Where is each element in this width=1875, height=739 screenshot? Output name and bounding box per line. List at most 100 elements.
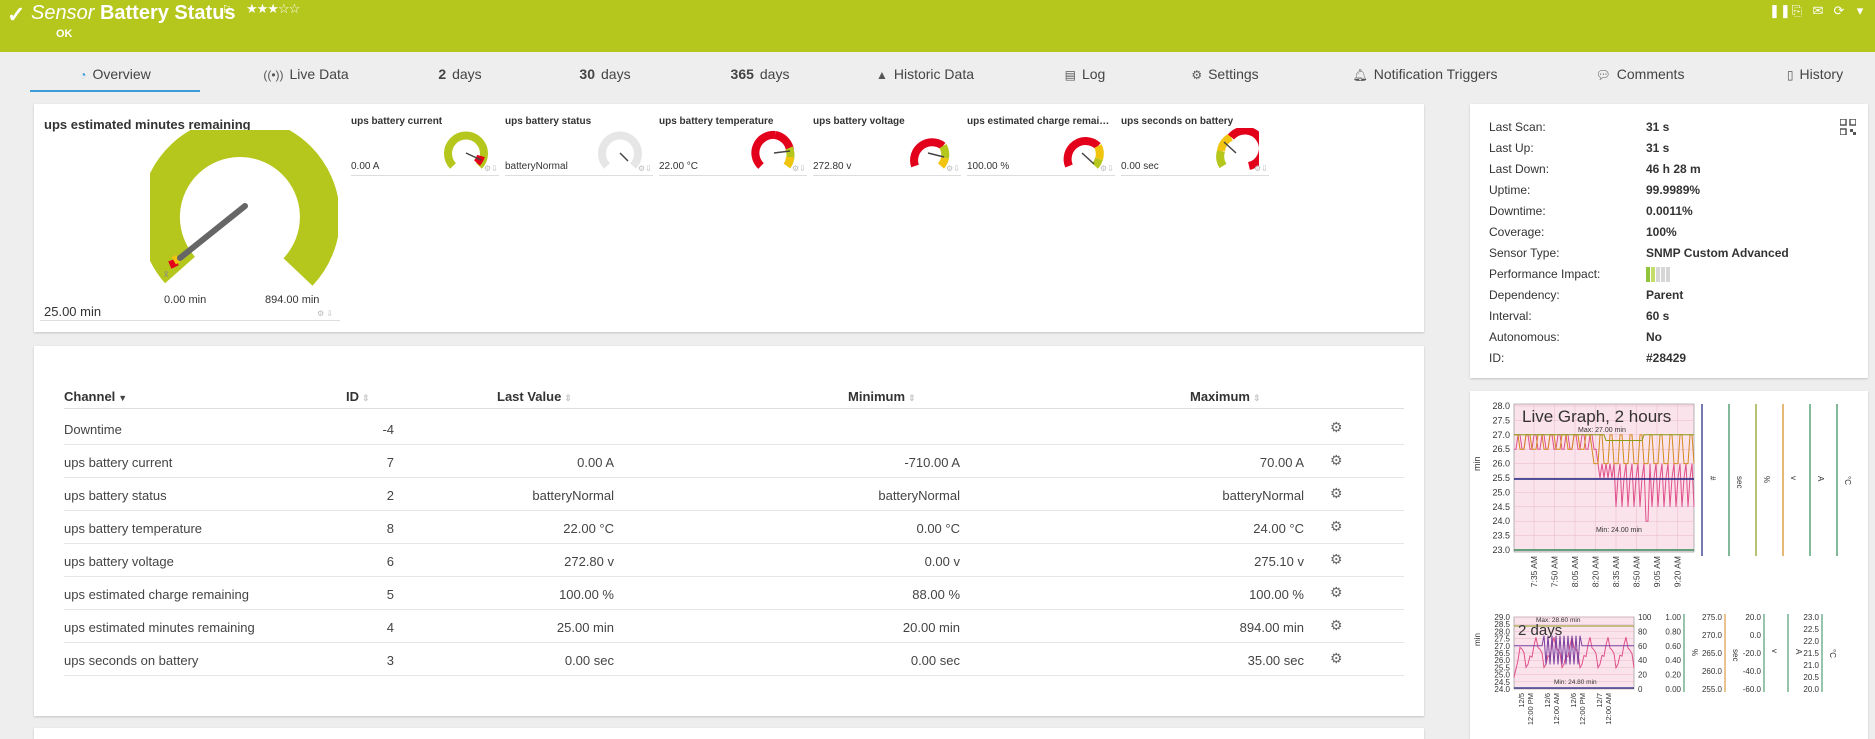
table-row[interactable]: ups battery voltage 6 272.80 v 0.00 v 27… xyxy=(64,544,1404,577)
divider xyxy=(813,175,961,176)
channel-id: 2 xyxy=(386,488,394,503)
last-value: 0.00 sec xyxy=(564,653,614,668)
table-row[interactable]: Downtime -4 ⚙ xyxy=(64,412,1404,445)
refresh-icon[interactable]: ⟳ xyxy=(1832,3,1846,19)
info-value[interactable]: Parent xyxy=(1646,288,1683,302)
channel-settings-icon[interactable]: ⚙ xyxy=(1330,452,1343,469)
y-tick-label: 27.5 xyxy=(1492,415,1510,425)
table-row[interactable]: ups battery temperature 8 22.00 °C 0.00 … xyxy=(64,511,1404,544)
col-header-last-value[interactable]: Last Value ⇕ xyxy=(497,389,572,404)
col-header-maximum[interactable]: Maximum ⇕ xyxy=(1190,389,1261,404)
tab-30-days[interactable]: 30 days xyxy=(555,66,655,92)
table-row[interactable]: ups seconds on battery 3 0.00 sec 0.00 s… xyxy=(64,643,1404,676)
last-value: 0.00 A xyxy=(577,455,614,470)
small-gauge-temperature[interactable]: ups battery temperature 22.00 °C ⚙⇩ xyxy=(659,116,807,178)
tab-comments[interactable]: 💬︎ Comments xyxy=(1570,66,1710,92)
col-header-id[interactable]: ID ⇕ xyxy=(346,389,370,404)
live-graph-chart[interactable]: min 28.0 27.5 27.0 26.5 26.0 25.5 25.0 24.5 24.0… xyxy=(1470,396,1868,596)
y-tick-label: 27.0 xyxy=(1492,430,1510,440)
channel-settings-icon[interactable]: ⚙ xyxy=(1330,551,1343,568)
unit-tick-label: 0.20 xyxy=(1665,671,1681,680)
flag-icon[interactable]: ⚐ xyxy=(222,3,232,16)
tab-notification-triggers[interactable]: 🔔︎ Notification Triggers xyxy=(1340,66,1510,92)
table-row[interactable]: ups battery current 7 0.00 A -710.00 A 7… xyxy=(64,445,1404,478)
pause-icon[interactable]: ❚❚ xyxy=(1769,3,1791,19)
gauge-tools-icon[interactable]: ⚙⇩ xyxy=(484,164,498,173)
x-tick-date: 12/6 xyxy=(1569,693,1578,708)
channel-settings-icon[interactable]: ⚙ xyxy=(1330,518,1343,535)
col-header-channel[interactable]: Channel ▼ xyxy=(64,389,127,404)
channel-settings-icon[interactable]: ⚙ xyxy=(1330,617,1343,634)
unit-axis-label: % xyxy=(1762,476,1771,483)
gauge-tools-icon[interactable]: ⚙⇩ xyxy=(1100,164,1114,173)
channel-id: 6 xyxy=(386,554,394,569)
unit-axis-label: sec xyxy=(1735,476,1744,488)
channel-settings-icon[interactable]: ⚙ xyxy=(1330,485,1343,502)
channel-name: ups estimated charge remaining xyxy=(64,587,249,602)
dropdown-icon[interactable]: ▾ xyxy=(1853,3,1867,19)
chart-title: 2 days xyxy=(1518,622,1562,639)
info-label: Autonomous: xyxy=(1489,330,1560,344)
channel-settings-icon[interactable]: ⚙ xyxy=(1330,419,1343,436)
small-gauge-charge[interactable]: ups estimated charge remaini... 100.00 %… xyxy=(967,116,1115,178)
perf-segment xyxy=(1651,267,1655,282)
two-days-chart[interactable]: min 29.028.528.027.527.026.526.025.525.0… xyxy=(1470,604,1868,739)
qr-code-icon[interactable] xyxy=(1840,119,1856,135)
header-divider xyxy=(64,408,1404,409)
x-tick-label: 7:50 AM xyxy=(1550,556,1560,587)
table-row[interactable]: ups battery status 2 batteryNormal batte… xyxy=(64,478,1404,511)
small-gauge-current[interactable]: ups battery current 0.00 A ⚙⇩ xyxy=(351,116,499,178)
info-value: 46 h 28 m xyxy=(1646,162,1701,176)
unit-tick-label: 1.00 xyxy=(1665,613,1681,622)
last-value: 25.00 min xyxy=(556,620,614,635)
email-icon[interactable]: ✉ xyxy=(1811,3,1825,19)
gauge-min-label: 0.00 min xyxy=(164,294,207,306)
divider xyxy=(1121,175,1269,176)
tab-historic-data[interactable]: ▲ Historic Data xyxy=(845,66,1005,92)
small-gauge-voltage[interactable]: ups battery voltage 272.80 v ⚙⇩ xyxy=(813,116,961,178)
unit-tick-label: 0.80 xyxy=(1665,627,1681,636)
unit-tick-label: 0.60 xyxy=(1665,642,1681,651)
col-header-minimum[interactable]: Minimum ⇕ xyxy=(848,389,916,404)
tab-live-data[interactable]: ((•)) Live Data xyxy=(246,66,366,92)
tab-2-days[interactable]: 2 days xyxy=(410,66,510,92)
info-label: Coverage: xyxy=(1489,225,1545,239)
tab-365-days[interactable]: 365 days xyxy=(700,66,820,92)
tab-settings[interactable]: ⚙ Settings xyxy=(1165,66,1285,92)
gauge-tools-icon[interactable]: ⚙ ⇩ xyxy=(317,309,333,318)
priority-stars[interactable]: ★★★☆☆ xyxy=(246,1,300,17)
gauge-tools-icon[interactable]: ⚙⇩ xyxy=(638,164,652,173)
channel-id: 4 xyxy=(386,620,394,635)
channel-settings-icon[interactable]: ⚙ xyxy=(1330,650,1343,667)
unit-axis-label: # xyxy=(1708,476,1717,481)
unit-axis-label: sec xyxy=(1731,649,1740,661)
tab-history[interactable]: ▯ History xyxy=(1760,66,1870,92)
maximum-value: batteryNormal xyxy=(1222,488,1304,503)
gauge-tools-icon[interactable]: ⚙⇩ xyxy=(946,164,960,173)
info-label: Interval: xyxy=(1489,309,1532,323)
x-tick-date: 12/5 xyxy=(1517,693,1526,708)
table-row[interactable]: ups estimated charge remaining 5 100.00 … xyxy=(64,577,1404,610)
tab-overview[interactable]: ◔ Overview xyxy=(30,66,200,92)
small-gauge-seconds[interactable]: ups seconds on battery 0.00 sec ⚙⇩ xyxy=(1121,116,1269,178)
historic-data-icon: ▲ xyxy=(875,68,888,82)
gauge-tools-icon[interactable]: ⚙⇩ xyxy=(792,164,806,173)
unit-axis-label: v xyxy=(1770,649,1779,653)
tab-label: Comments xyxy=(1616,66,1685,82)
gauge-value: 0.00 A xyxy=(351,161,380,172)
channel-settings-icon[interactable]: ⚙ xyxy=(1330,584,1343,601)
gauge-tools-icon[interactable]: ⚙⇩ xyxy=(1254,164,1268,173)
last-value: 100.00 % xyxy=(559,587,614,602)
unit-tick-label: 255.0 xyxy=(1702,685,1723,694)
sort-icon: ⇕ xyxy=(362,393,370,403)
status-text: OK xyxy=(56,28,73,40)
last-value: batteryNormal xyxy=(532,488,614,503)
y-tick-label: 24.5 xyxy=(1492,502,1510,512)
tab-log[interactable]: ▤ Log xyxy=(1040,66,1130,92)
max-label: Max: 28.60 min xyxy=(1536,617,1581,624)
y-tick-label: 23.0 xyxy=(1492,545,1510,555)
table-row[interactable]: ups estimated minutes remaining 4 25.00 … xyxy=(64,610,1404,643)
clone-icon[interactable]: ⎘ xyxy=(1790,3,1804,19)
title-name: Battery Status xyxy=(99,2,236,24)
small-gauge-status[interactable]: ups battery status batteryNormal ⚙⇩ xyxy=(505,116,653,178)
